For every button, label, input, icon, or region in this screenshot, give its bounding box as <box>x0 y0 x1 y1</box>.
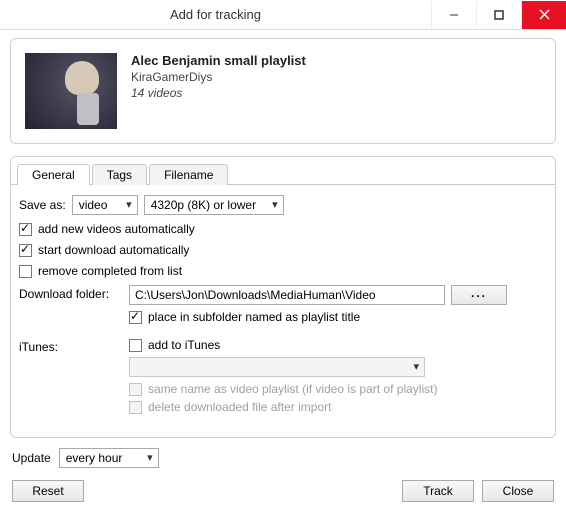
window-controls <box>431 1 566 29</box>
remove-completed-checkbox[interactable] <box>19 265 32 278</box>
save-as-label: Save as: <box>19 198 66 212</box>
add-new-checkbox[interactable] <box>19 223 32 236</box>
playlist-info-box: Alec Benjamin small playlist KiraGamerDi… <box>10 38 556 144</box>
add-new-label: add new videos automatically <box>38 222 195 236</box>
itunes-same-name-label: same name as video playlist (if video is… <box>148 382 437 396</box>
playlist-video-count: 14 videos <box>131 86 541 100</box>
maximize-icon <box>494 10 504 20</box>
tab-filename[interactable]: Filename <box>149 164 228 185</box>
itunes-same-name-checkbox <box>129 383 142 396</box>
tab-general[interactable]: General <box>17 164 90 185</box>
playlist-title: Alec Benjamin small playlist <box>131 53 541 68</box>
close-icon <box>539 9 550 20</box>
tab-tags[interactable]: Tags <box>92 164 147 185</box>
update-select[interactable]: every hour <box>59 448 159 468</box>
add-itunes-checkbox[interactable] <box>129 339 142 352</box>
add-itunes-label: add to iTunes <box>148 338 220 352</box>
browse-button[interactable]: ... <box>451 285 507 305</box>
playlist-author: KiraGamerDiys <box>131 70 541 84</box>
itunes-delete-checkbox <box>129 401 142 414</box>
minimize-icon <box>449 10 459 20</box>
start-download-label: start download automatically <box>38 243 189 257</box>
remove-completed-label: remove completed from list <box>38 264 182 278</box>
update-label: Update <box>12 451 51 465</box>
tab-strip: General Tags Filename <box>17 164 555 185</box>
tabs-container: General Tags Filename Save as: video 432… <box>10 156 556 438</box>
itunes-playlist-select <box>129 357 425 377</box>
itunes-delete-label: delete downloaded file after import <box>148 400 331 414</box>
close-dialog-button[interactable]: Close <box>482 480 554 502</box>
tab-panel-general: Save as: video 4320p (8K) or lower add n… <box>11 184 555 437</box>
format-select[interactable]: video <box>72 195 138 215</box>
download-folder-input[interactable] <box>129 285 445 305</box>
titlebar: Add for tracking <box>0 0 566 30</box>
reset-button[interactable]: Reset <box>12 480 84 502</box>
minimize-button[interactable] <box>431 1 476 29</box>
subfolder-checkbox[interactable] <box>129 311 142 324</box>
content: Alec Benjamin small playlist KiraGamerDi… <box>0 30 566 446</box>
maximize-button[interactable] <box>476 1 521 29</box>
start-download-checkbox[interactable] <box>19 244 32 257</box>
subfolder-label: place in subfolder named as playlist tit… <box>148 310 360 324</box>
window-title: Add for tracking <box>0 7 431 22</box>
playlist-thumbnail <box>25 53 117 129</box>
playlist-info-text: Alec Benjamin small playlist KiraGamerDi… <box>131 53 541 129</box>
itunes-label: iTunes: <box>19 338 123 354</box>
track-button[interactable]: Track <box>402 480 474 502</box>
footer: Update every hour Reset Track Close <box>0 446 566 512</box>
close-button[interactable] <box>521 1 566 29</box>
quality-select[interactable]: 4320p (8K) or lower <box>144 195 284 215</box>
download-folder-label: Download folder: <box>19 285 123 301</box>
